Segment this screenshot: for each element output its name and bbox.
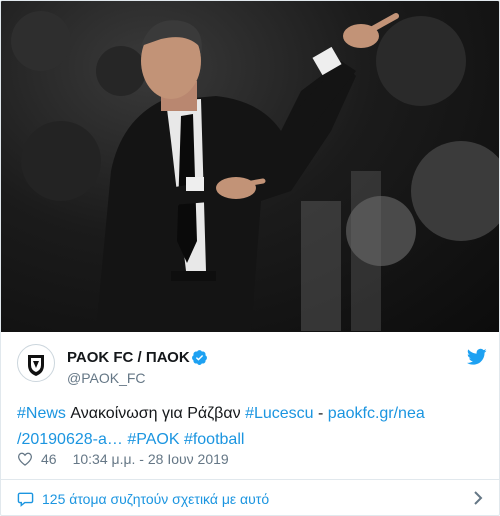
hashtag-football[interactable]: #football [184, 431, 245, 448]
discussion-link[interactable]: 125 άτομα συζητούν σχετικά με αυτό [17, 487, 483, 511]
tweet-text-main: Ανακοίνωση για Ράζβαν [65, 405, 246, 422]
tweet-embed-card: PAOK FC / ΠΑΟΚ @PAOK_FC #News Ανακοίνωση… [0, 0, 500, 516]
verified-badge-icon [192, 350, 207, 365]
hashtag-paok[interactable]: #PAOK [127, 431, 179, 448]
discussion-text: 125 άτομα συζητούν σχετικά με αυτό [42, 491, 270, 507]
tweet-separator: - [313, 405, 328, 422]
link-paokfc-part2[interactable]: /20190628-a… [17, 431, 123, 448]
handle[interactable]: @PAOK_FC [67, 370, 146, 386]
heart-icon[interactable] [17, 452, 33, 466]
speech-bubble-icon [17, 492, 34, 507]
avatar[interactable] [17, 344, 55, 382]
paok-crest-icon [19, 346, 53, 380]
display-name[interactable]: PAOK FC / ΠΑΟΚ [67, 349, 190, 366]
coach-photo-illustration [11, 11, 499, 332]
tweet-text: #News Ανακοίνωση για Ράζβαν #Lucescu - p… [17, 401, 477, 453]
tweet-photo[interactable] [1, 1, 499, 332]
tweet-timestamp[interactable]: 10:34 μ.μ. - 28 Ιουν 2019 [73, 451, 229, 467]
hashtag-lucescu[interactable]: #Lucescu [245, 405, 314, 422]
chevron-right-icon [474, 491, 483, 505]
twitter-bird-icon[interactable] [467, 348, 487, 366]
tweet-meta: 46 10:34 μ.μ. - 28 Ιουν 2019 [17, 449, 229, 469]
tweet-header: PAOK FC / ΠΑΟΚ @PAOK_FC [17, 344, 487, 388]
hashtag-news[interactable]: #News [17, 405, 66, 422]
link-paokfc-part1[interactable]: paokfc.gr/nea [328, 405, 425, 422]
footer-divider [1, 479, 499, 480]
like-count[interactable]: 46 [41, 451, 57, 467]
